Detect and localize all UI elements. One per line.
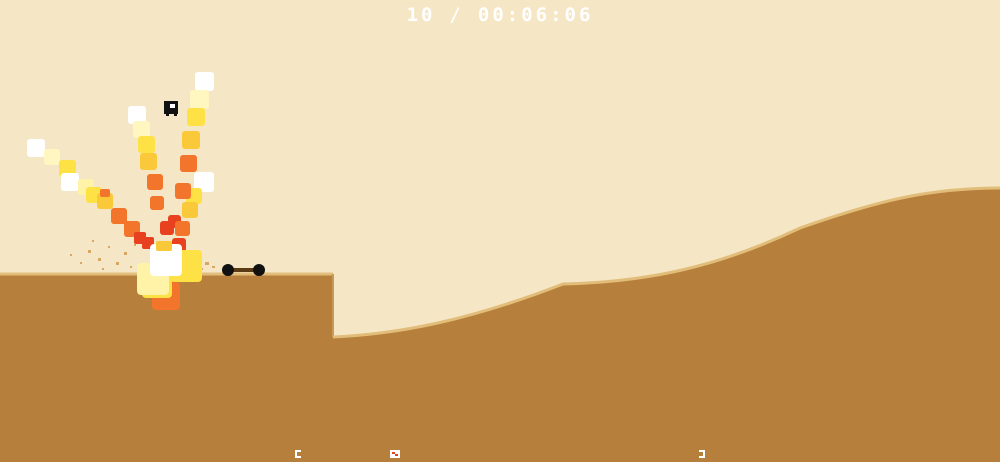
vehicle-wheel-front <box>253 264 265 276</box>
player-character-icon <box>164 101 178 116</box>
score-counter: 10 <box>406 4 436 26</box>
run-timer: 00:06:06 <box>477 4 594 26</box>
hud-separator: / <box>449 4 464 26</box>
game-scene <box>0 0 1000 462</box>
vehicle-wheel-rear <box>222 264 234 276</box>
hud-bar: 10 / 00:06:06 <box>0 4 1000 26</box>
track-position-marker-icon <box>390 450 400 458</box>
